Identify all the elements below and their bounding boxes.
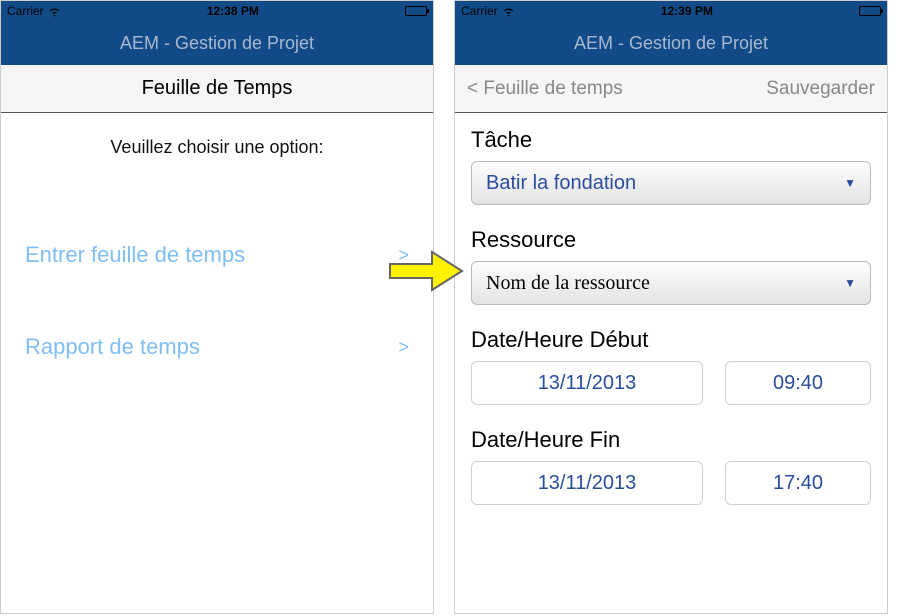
task-value: Batir la fondation — [486, 172, 636, 195]
clock-label: 12:38 PM — [207, 4, 259, 18]
chevron-right-icon: > — [398, 337, 409, 358]
toolbar: < Feuille de temps Sauvegarder — [455, 65, 887, 113]
phone-left: Carrier 12:38 PM AEM - Gestion de Projet… — [0, 0, 434, 614]
start-time-picker[interactable]: 09:40 — [725, 361, 871, 405]
arrow-icon — [388, 248, 466, 294]
end-label: Date/Heure Fin — [471, 427, 871, 453]
menu-item-label: Entrer feuille de temps — [25, 242, 245, 268]
start-date-picker[interactable]: 13/11/2013 — [471, 361, 703, 405]
start-label: Date/Heure Début — [471, 327, 871, 353]
wifi-icon — [502, 5, 515, 18]
nav-title: AEM - Gestion de Projet — [455, 21, 887, 65]
end-time-picker[interactable]: 17:40 — [725, 461, 871, 505]
menu-item-rapport[interactable]: Rapport de temps > — [19, 320, 415, 392]
status-bar: Carrier 12:39 PM — [455, 1, 887, 21]
menu-item-entrer[interactable]: Entrer feuille de temps > — [19, 228, 415, 300]
battery-icon — [859, 6, 881, 16]
toolbar-title: Feuille de Temps — [1, 65, 433, 113]
task-select[interactable]: Batir la fondation ▼ — [471, 161, 871, 205]
menu-item-label: Rapport de temps — [25, 334, 200, 360]
carrier-label: Carrier — [461, 4, 498, 18]
prompt-text: Veuillez choisir une option: — [19, 137, 415, 158]
resource-label: Ressource — [471, 227, 871, 253]
save-button[interactable]: Sauvegarder — [766, 78, 875, 100]
chevron-down-icon: ▼ — [844, 276, 856, 291]
resource-value: Nom de la ressource — [486, 272, 650, 295]
carrier-label: Carrier — [7, 4, 44, 18]
status-bar: Carrier 12:38 PM — [1, 1, 433, 21]
back-button[interactable]: < Feuille de temps — [467, 78, 623, 100]
end-date-picker[interactable]: 13/11/2013 — [471, 461, 703, 505]
nav-title: AEM - Gestion de Projet — [1, 21, 433, 65]
task-label: Tâche — [471, 127, 871, 153]
wifi-icon — [48, 5, 61, 18]
clock-label: 12:39 PM — [661, 4, 713, 18]
battery-icon — [405, 6, 427, 16]
chevron-down-icon: ▼ — [844, 176, 856, 190]
phone-right: Carrier 12:39 PM AEM - Gestion de Projet… — [454, 0, 888, 614]
resource-select[interactable]: Nom de la ressource ▼ — [471, 261, 871, 305]
